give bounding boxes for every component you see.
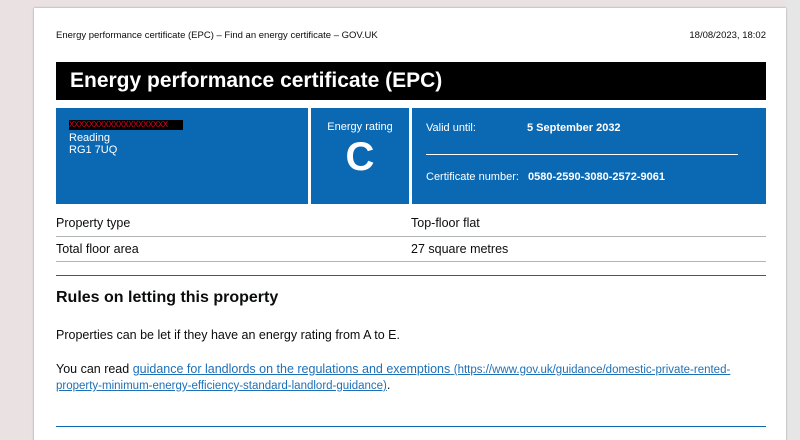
print-header: Energy performance certificate (EPC) – F… [56,30,766,41]
certificate-heading: Energy performance certificate (EPC) [70,69,443,92]
certificate-title-bar: Energy performance certificate (EPC) [56,62,766,100]
print-timestamp: 18/08/2023, 18:02 [689,30,766,41]
energy-rating-label: Energy rating [327,121,393,133]
validity-panel: Valid until: 5 September 2032 Certificat… [412,108,766,204]
certificate-number-row: Certificate number: 0580-2590-3080-2572-… [426,171,665,183]
guidance-suffix: . [386,378,391,392]
summary-label: Property type [56,211,411,237]
validity-divider [426,154,738,155]
section-divider [56,426,766,427]
table-row: Property type Top-floor flat [56,211,766,237]
energy-rating-panel: Energy rating C [311,108,409,204]
guidance-link-text: guidance for landlords on the regulation… [132,362,451,376]
letting-rules-heading: Rules on letting this property [56,289,279,306]
landlord-guidance-link[interactable]: guidance for landlords on the regulation… [56,362,730,392]
address-panel: XXXXXXXXXXXXXXXXXXXX Reading RG1 7UQ [56,108,308,204]
summary-value: Top-floor flat [411,211,766,237]
property-summary-table: Property type Top-floor flat Total floor… [56,211,766,262]
redacted-address-line: XXXXXXXXXXXXXXXXXXXX [69,120,183,130]
summary-label: Total floor area [56,236,411,262]
letting-intro-text: Properties can be let if they have an en… [56,328,400,342]
energy-rating-letter: C [345,135,375,179]
valid-until-label: Valid until: [426,122,476,134]
certificate-number-value: 0580-2590-3080-2572-9061 [528,171,666,183]
window-side-strip [786,0,800,440]
section-divider [56,275,766,276]
print-page-title: Energy performance certificate (EPC) – F… [56,30,378,41]
address-town: Reading [69,132,110,144]
table-row: Total floor area 27 square metres [56,236,766,262]
certificate-number-label: Certificate number: [426,171,519,183]
summary-value: 27 square metres [411,236,766,262]
landlord-guidance-paragraph: You can read guidance for landlords on t… [56,362,756,394]
valid-until-value: 5 September 2032 [527,122,621,134]
valid-until-row: Valid until: 5 September 2032 [426,122,621,134]
guidance-prefix: You can read [56,362,133,376]
address-postcode: RG1 7UQ [69,144,118,156]
printed-page: Energy performance certificate (EPC) – F… [34,8,786,440]
